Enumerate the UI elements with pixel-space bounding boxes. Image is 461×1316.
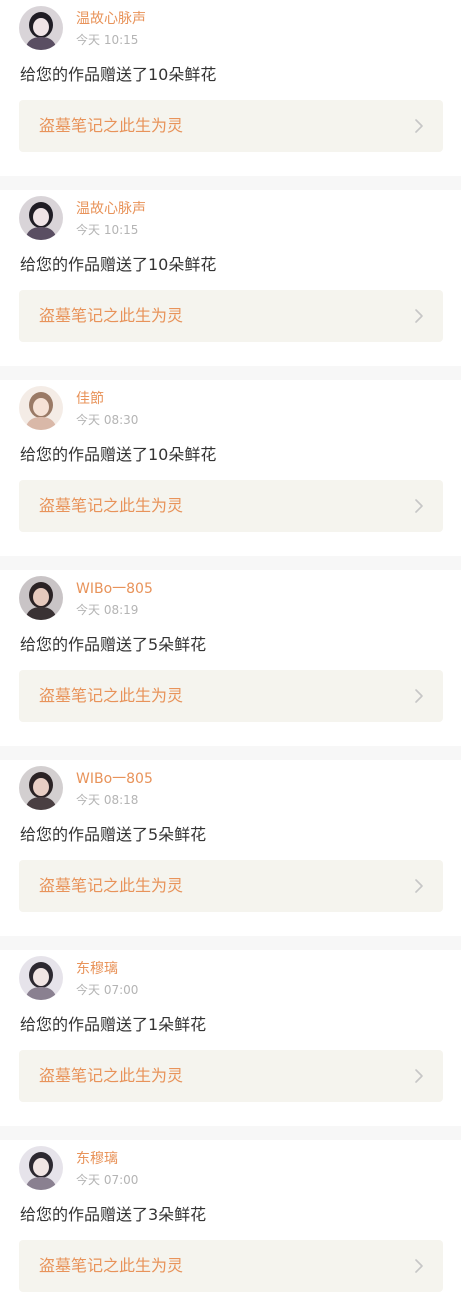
notification-card: 东穆璃 今天 07:00 给您的作品赠送了3朵鲜花 盗墓笔记之此生为灵 <box>0 1140 461 1316</box>
work-title: 盗墓笔记之此生为灵 <box>39 1256 184 1275</box>
gift-message: 给您的作品赠送了10朵鲜花 <box>20 65 217 84</box>
card-separator <box>0 746 461 760</box>
chevron-right-icon <box>413 1068 425 1084</box>
work-title: 盗墓笔记之此生为灵 <box>39 876 184 895</box>
notification-card: WIBo一805 今天 08:18 给您的作品赠送了5朵鲜花 盗墓笔记之此生为灵 <box>0 760 461 936</box>
avatar-icon <box>19 1146 63 1190</box>
gift-message: 给您的作品赠送了3朵鲜花 <box>20 1205 207 1224</box>
work-title: 盗墓笔记之此生为灵 <box>39 686 184 705</box>
gift-message: 给您的作品赠送了1朵鲜花 <box>20 1015 207 1034</box>
work-title: 盗墓笔记之此生为灵 <box>39 116 184 135</box>
avatar[interactable] <box>19 956 63 1000</box>
username[interactable]: 温故心脉声 <box>76 10 146 28</box>
gift-message: 给您的作品赠送了10朵鲜花 <box>20 445 217 464</box>
timestamp: 今天 07:00 <box>76 1173 139 1187</box>
card-separator <box>0 176 461 190</box>
avatar[interactable] <box>19 196 63 240</box>
notification-card: 温故心脉声 今天 10:15 给您的作品赠送了10朵鲜花 盗墓笔记之此生为灵 <box>0 0 461 176</box>
notification-card: WIBo一805 今天 08:19 给您的作品赠送了5朵鲜花 盗墓笔记之此生为灵 <box>0 570 461 746</box>
notification-card: 东穆璃 今天 07:00 给您的作品赠送了1朵鲜花 盗墓笔记之此生为灵 <box>0 950 461 1126</box>
timestamp: 今天 08:19 <box>76 603 139 617</box>
notification-card: 温故心脉声 今天 10:15 给您的作品赠送了10朵鲜花 盗墓笔记之此生为灵 <box>0 190 461 366</box>
work-link-button[interactable]: 盗墓笔记之此生为灵 <box>19 670 443 722</box>
timestamp: 今天 08:30 <box>76 413 139 427</box>
timestamp: 今天 08:18 <box>76 793 139 807</box>
chevron-right-icon <box>413 118 425 134</box>
chevron-right-icon <box>413 688 425 704</box>
username[interactable]: WIBo一805 <box>76 770 153 788</box>
username[interactable]: WIBo一805 <box>76 580 153 598</box>
timestamp: 今天 07:00 <box>76 983 139 997</box>
work-link-button[interactable]: 盗墓笔记之此生为灵 <box>19 1050 443 1102</box>
avatar[interactable] <box>19 1146 63 1190</box>
avatar-icon <box>19 766 63 810</box>
timestamp: 今天 10:15 <box>76 33 139 47</box>
work-link-button[interactable]: 盗墓笔记之此生为灵 <box>19 480 443 532</box>
chevron-right-icon <box>413 308 425 324</box>
gift-message: 给您的作品赠送了5朵鲜花 <box>20 635 207 654</box>
avatar[interactable] <box>19 576 63 620</box>
work-link-button[interactable]: 盗墓笔记之此生为灵 <box>19 1240 443 1292</box>
chevron-right-icon <box>413 498 425 514</box>
card-separator <box>0 936 461 950</box>
avatar-icon <box>19 576 63 620</box>
gift-message: 给您的作品赠送了5朵鲜花 <box>20 825 207 844</box>
username[interactable]: 东穆璃 <box>76 960 118 978</box>
card-separator <box>0 366 461 380</box>
card-separator <box>0 1126 461 1140</box>
gift-message: 给您的作品赠送了10朵鲜花 <box>20 255 217 274</box>
avatar[interactable] <box>19 6 63 50</box>
notification-feed: 温故心脉声 今天 10:15 给您的作品赠送了10朵鲜花 盗墓笔记之此生为灵 温… <box>0 0 461 1316</box>
notification-card: 佳節 今天 08:30 给您的作品赠送了10朵鲜花 盗墓笔记之此生为灵 <box>0 380 461 556</box>
avatar-icon <box>19 956 63 1000</box>
chevron-right-icon <box>413 878 425 894</box>
work-title: 盗墓笔记之此生为灵 <box>39 306 184 325</box>
username[interactable]: 东穆璃 <box>76 1150 118 1168</box>
username[interactable]: 温故心脉声 <box>76 200 146 218</box>
card-separator <box>0 556 461 570</box>
work-title: 盗墓笔记之此生为灵 <box>39 496 184 515</box>
avatar-icon <box>19 386 63 430</box>
username[interactable]: 佳節 <box>76 390 104 408</box>
work-link-button[interactable]: 盗墓笔记之此生为灵 <box>19 290 443 342</box>
work-link-button[interactable]: 盗墓笔记之此生为灵 <box>19 100 443 152</box>
avatar-icon <box>19 6 63 50</box>
avatar-icon <box>19 196 63 240</box>
avatar[interactable] <box>19 766 63 810</box>
timestamp: 今天 10:15 <box>76 223 139 237</box>
chevron-right-icon <box>413 1258 425 1274</box>
avatar[interactable] <box>19 386 63 430</box>
work-title: 盗墓笔记之此生为灵 <box>39 1066 184 1085</box>
work-link-button[interactable]: 盗墓笔记之此生为灵 <box>19 860 443 912</box>
